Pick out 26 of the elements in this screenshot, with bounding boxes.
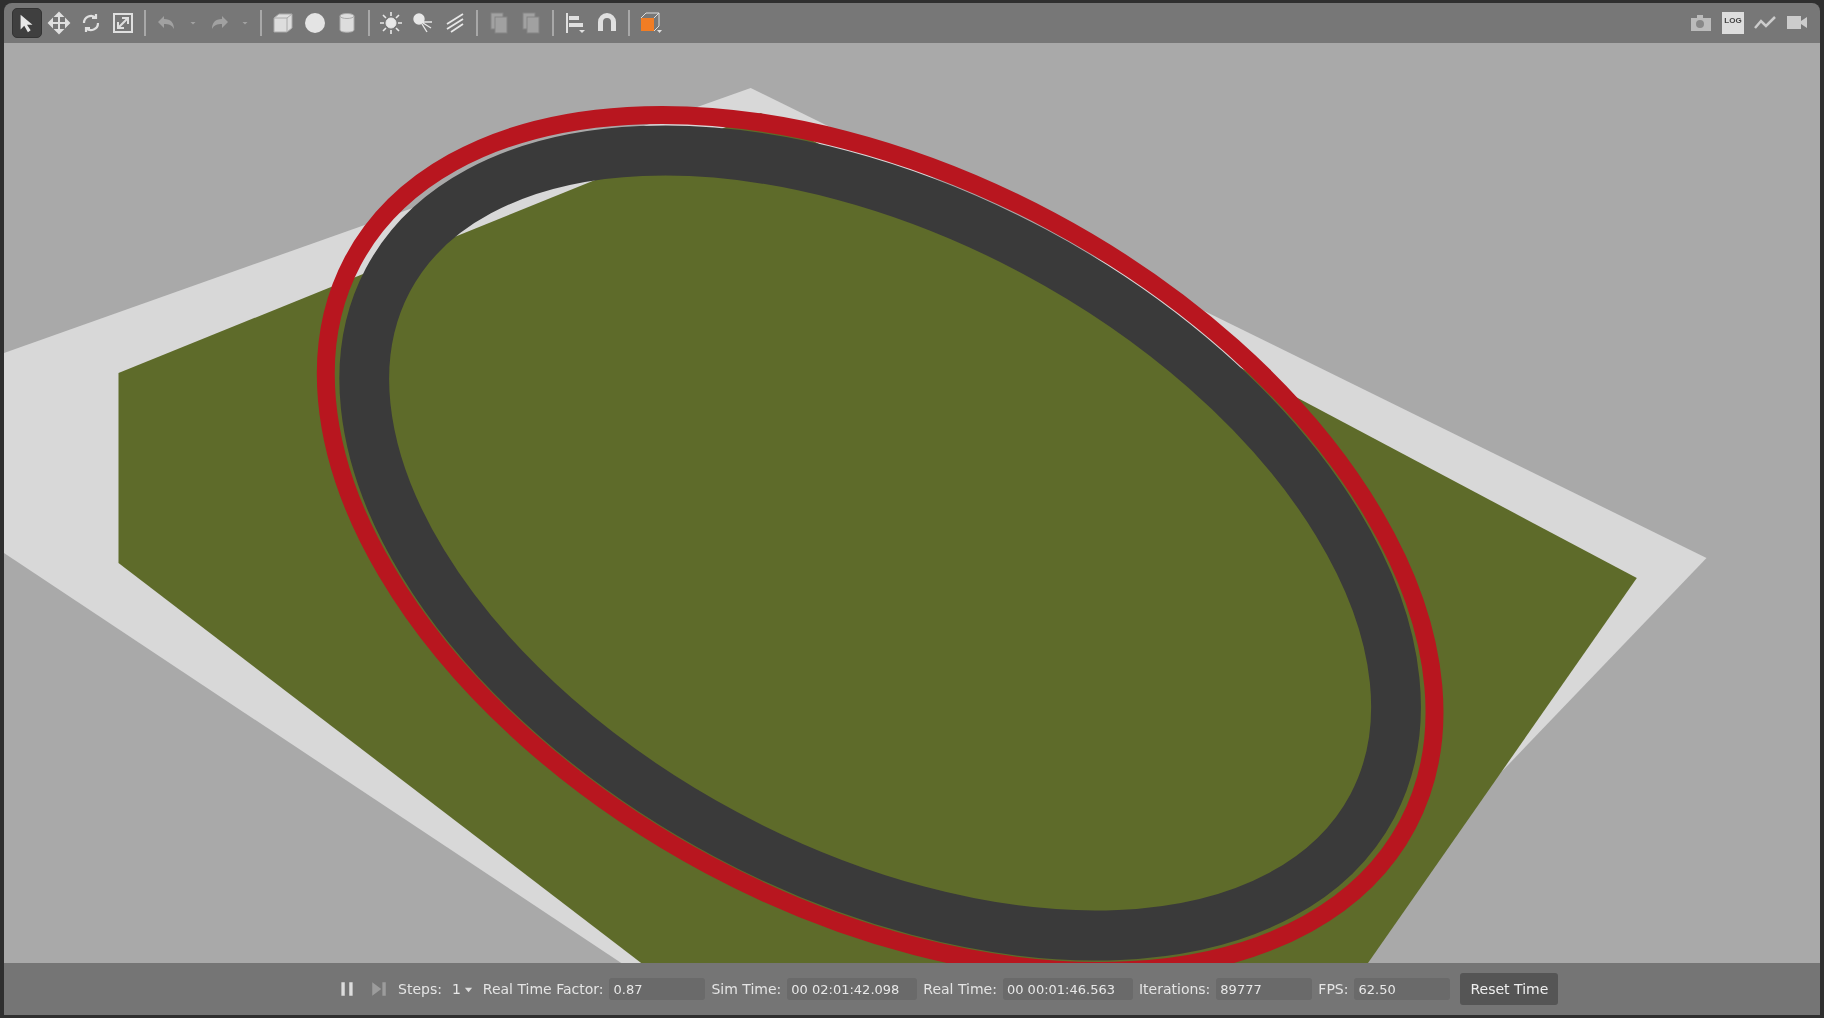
sun-icon: [379, 11, 403, 35]
field-label: FPS:: [1318, 981, 1349, 997]
sphere-icon: [303, 11, 327, 35]
value-field[interactable]: 62.50: [1354, 978, 1451, 1000]
value-field[interactable]: 89777: [1216, 978, 1313, 1000]
field-label: Sim Time:: [711, 981, 782, 997]
value-field[interactable]: 00 02:01:42.098: [787, 978, 918, 1000]
field-label: Iterations:: [1138, 981, 1211, 997]
resize-icon: [111, 11, 135, 35]
spotlight-icon: [411, 11, 435, 35]
cube-view-icon: [639, 11, 663, 35]
copy-icon: [487, 11, 511, 35]
pause-icon: [338, 980, 356, 998]
paste-icon: [519, 11, 543, 35]
cube-icon: [271, 11, 295, 35]
steps-label: Steps:: [398, 981, 442, 997]
select-button[interactable]: [12, 8, 42, 38]
align-icon: [563, 11, 587, 35]
field-label: Real Time:: [923, 981, 997, 997]
steps-spinner[interactable]: 1: [447, 981, 477, 997]
value-field[interactable]: 00 00:01:46.563: [1002, 978, 1133, 1000]
field-label: Real Time Factor:: [482, 981, 604, 997]
move-arrows-icon: [47, 11, 71, 35]
reset-time-button[interactable]: Reset Time: [1460, 973, 1559, 1005]
step-forward-icon: [370, 980, 388, 998]
value-field[interactable]: 0.87: [609, 978, 706, 1000]
